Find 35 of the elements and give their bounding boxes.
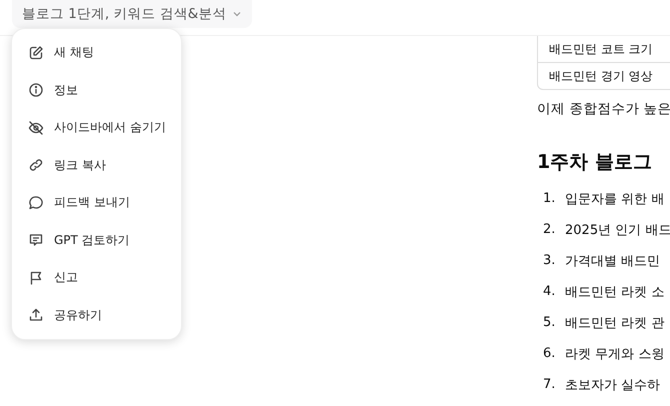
flag-icon — [28, 270, 44, 286]
eye-off-icon — [28, 120, 44, 136]
table-cell-text: 배드민턴 코트 크기 — [548, 40, 653, 58]
menu-item[interactable]: 신고 — [12, 259, 181, 296]
link-icon — [28, 157, 44, 174]
info-icon — [28, 82, 44, 98]
list-number: 6. — [542, 346, 556, 361]
list-item-text: 라켓 무게와 스윙 — [565, 346, 664, 362]
menu-item[interactable]: GPT 검토하기 — [12, 222, 181, 259]
list-item-text: 초보자가 실수하 — [565, 376, 660, 394]
chat-bubble-icon — [28, 194, 44, 211]
menu-item[interactable]: 사이드바에서 숨기기 — [12, 109, 181, 146]
list-item-text: 입문자를 위한 배 — [565, 190, 664, 208]
menu-item[interactable]: 피드백 보내기 — [12, 184, 181, 222]
section-heading: 1주차 블로그 — [537, 150, 653, 175]
upload-icon — [28, 307, 44, 324]
menu-item[interactable]: 정보 — [12, 72, 181, 109]
menu-item[interactable]: 새 채팅 — [12, 34, 181, 72]
list-number: 7. — [542, 377, 556, 392]
menu-item[interactable]: 링크 복사 — [12, 146, 181, 184]
message-icon — [28, 232, 44, 248]
list-number: 1. — [542, 191, 556, 206]
list-item-text: 배드민턴 라켓 관 — [565, 314, 664, 332]
list-item-text: 가격대별 배드민 — [565, 252, 660, 270]
list-number: 3. — [542, 253, 556, 268]
edit-icon — [28, 44, 44, 61]
chevron-down-icon — [232, 9, 242, 19]
list-item-text: 2025년 인기 배드 — [565, 222, 670, 238]
table-cell-text: 배드민턴 경기 영상 — [548, 68, 653, 84]
list-number: 5. — [542, 315, 556, 330]
list-number: 4. — [542, 284, 556, 299]
menu-item[interactable]: 공유하기 — [12, 296, 181, 334]
list-item-text: 배드민턴 라켓 소 — [565, 284, 664, 300]
list-number: 2. — [542, 222, 556, 237]
chat-title-button[interactable]: 블로그 1단계, 키워드 검색&분석 — [12, 0, 252, 28]
